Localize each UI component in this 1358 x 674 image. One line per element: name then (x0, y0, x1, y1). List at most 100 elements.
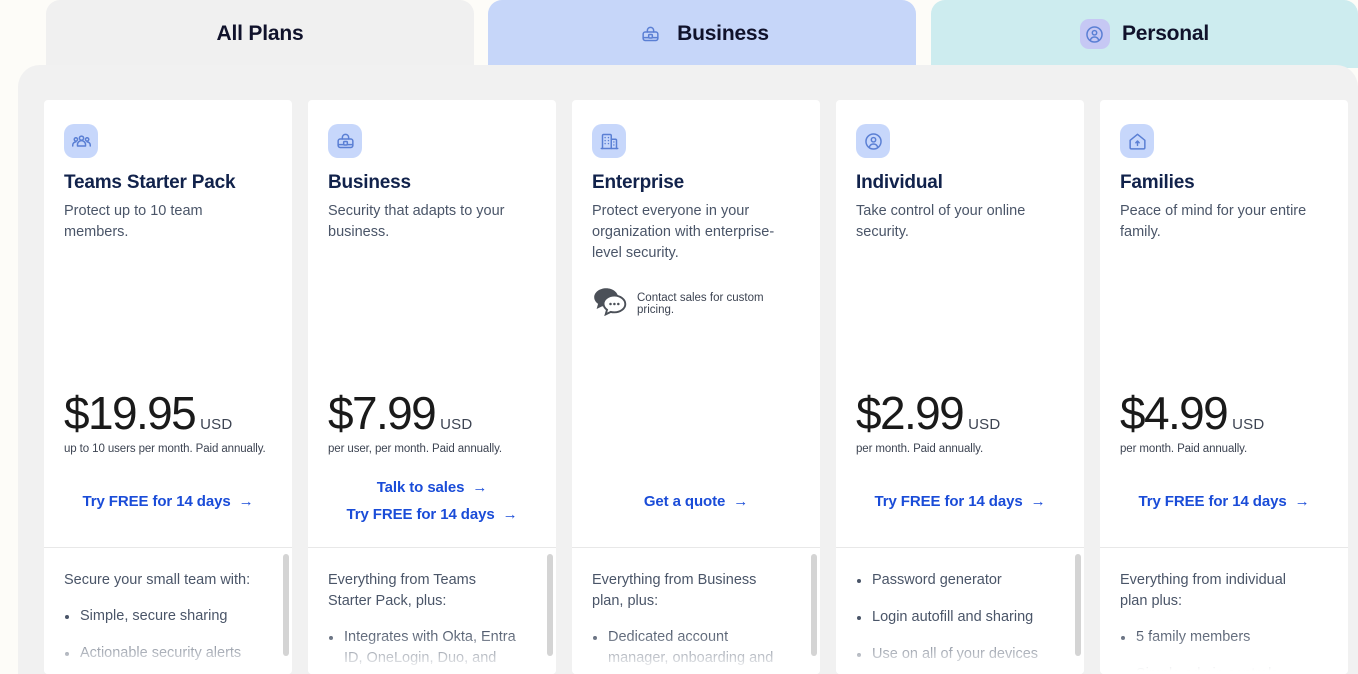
arrow-right-icon: → (1294, 492, 1310, 510)
plan-currency: USD (440, 416, 473, 433)
contact-sales-text: Contact sales for custom pricing. (637, 291, 764, 316)
plan-price: $7.99 (328, 387, 437, 439)
features-list: 5 family members Simple admin controls (1120, 627, 1324, 674)
features-list: Dedicated account manager, onboarding an… (592, 627, 796, 674)
feature-text: Dedicated account manager, onboarding an… (608, 629, 774, 674)
cta-link-families-0[interactable]: Try FREE for 14 days → (1139, 493, 1310, 510)
plan-price: $19.95 (64, 387, 197, 439)
plan-price-note: per user, per month. Paid annually. (328, 443, 503, 455)
plan-name: Enterprise (592, 172, 684, 193)
tab-all-plans[interactable]: All Plans (46, 0, 474, 68)
plan-price-block: $2.99 USD per month. Paid annually. (856, 390, 1064, 455)
plan-price: $4.99 (1120, 387, 1229, 439)
features-intro: Everything from Business plan, plus: (592, 572, 757, 609)
plan-description: Protect everyone in your organization wi… (592, 203, 775, 261)
feature-item: Integrates with Okta, Entra ID, OneLogin… (328, 627, 520, 674)
briefcase-lock-icon (635, 19, 665, 49)
features-scrollbar[interactable] (547, 554, 553, 656)
features-scrollbar[interactable] (1075, 554, 1081, 656)
people-group-icon (64, 124, 98, 158)
plan-name: Teams Starter Pack (64, 172, 236, 193)
plan-card-header: Individual Take control of your online se… (836, 100, 1084, 455)
plan-name: Individual (856, 172, 943, 193)
plan-price-block: $4.99 USD per month. Paid annually. (1120, 390, 1328, 455)
plan-card-families: Families Peace of mind for your entire fa… (1100, 100, 1348, 674)
plan-currency: USD (200, 416, 233, 433)
plan-card-header: Business Security that adapts to your bus… (308, 100, 556, 455)
feature-text: Integrates with Okta, Entra ID, OneLogin… (344, 629, 516, 674)
briefcase-lock-icon (328, 124, 362, 158)
plan-features: Password generator Login autofill and sha… (836, 548, 1084, 674)
cta-link-business-1[interactable]: Try FREE for 14 days → (347, 506, 518, 523)
plan-name: Families (1120, 172, 1195, 193)
cta-link-enterprise-0[interactable]: Get a quote → (644, 493, 748, 510)
tab-personal[interactable]: Personal (931, 0, 1358, 68)
building-icon (592, 124, 626, 158)
feature-text: Password generator (872, 572, 1002, 588)
pricing-page: All Plans Business Personal Teams Starter … (0, 0, 1358, 674)
cta-label: Get a quote (643, 492, 726, 510)
features-scrollbar[interactable] (811, 554, 817, 656)
feature-item: Simple admin controls (1120, 664, 1312, 674)
plan-price-note: per month. Paid annually. (1120, 443, 1248, 455)
cta-label: Try FREE for 14 days (346, 506, 495, 523)
feature-item: Login autofill and sharing (856, 607, 1048, 628)
feature-text: Simple, secure sharing (80, 608, 228, 624)
features-scrollbar[interactable] (283, 554, 289, 656)
plan-features-wrap: Everything from individual plan plus: 5 f… (1100, 547, 1348, 674)
plan-features-wrap: Everything from Business plan, plus: Dedi… (572, 547, 820, 674)
person-circle-icon (1079, 19, 1110, 49)
features-list: Password generator Login autofill and sha… (856, 570, 1060, 674)
feature-item: 5 family members (1120, 627, 1312, 648)
features-list: Simple, secure sharing Actionable securit… (64, 606, 268, 674)
plan-currency: USD (1232, 416, 1265, 433)
plan-features-wrap: Everything from Teams Starter Pack, plus… (308, 547, 556, 674)
features-intro: Everything from individual plan plus: (1120, 572, 1287, 609)
plan-card-header: Families Peace of mind for your entire fa… (1100, 100, 1348, 455)
cta-link-teams-starter-pack-0[interactable]: Try FREE for 14 days → (83, 493, 254, 510)
arrow-right-icon: → (502, 506, 518, 523)
feature-text: Use on all of your devices (872, 646, 1039, 662)
plan-price-block: $7.99 USD per user, per month. Paid annual… (328, 390, 536, 455)
arrow-right-icon: → (733, 492, 749, 510)
feature-text: Simple admin controls (1136, 666, 1279, 674)
speech-bubbles-icon (592, 286, 628, 321)
plan-card-enterprise: Enterprise Protect everyone in your organ… (572, 100, 820, 674)
plan-cta-block: Get a quote → (572, 455, 820, 547)
person-circle-icon (856, 124, 890, 158)
plan-price-block: $19.95 USD up to 10 users per month. Paid … (64, 390, 272, 455)
feature-item: Dedicated account manager, onboarding an… (592, 627, 784, 674)
plan-price-note: per month. Paid annually. (856, 443, 984, 455)
arrow-right-icon: → (238, 492, 254, 510)
plan-price-note: up to 10 users per month. Paid annually. (64, 443, 266, 455)
contact-sales-row: Contact sales for custom pricing. (592, 286, 800, 321)
cta-label: Try FREE for 14 days (874, 492, 1023, 510)
plan-cta-block: Try FREE for 14 days → (1100, 455, 1348, 547)
tab-label-personal: Personal (1121, 22, 1210, 45)
feature-text: 5 family members (1136, 629, 1251, 645)
feature-item: Use on all of your devices (856, 644, 1048, 665)
plan-description: Peace of mind for your entire family. (1120, 203, 1307, 240)
plan-features: Everything from Teams Starter Pack, plus… (308, 548, 556, 674)
tab-business[interactable]: Business (488, 0, 916, 68)
plan-card-header: Enterprise Protect everyone in your organ… (572, 100, 820, 455)
plan-cta-block: Try FREE for 14 days → (836, 455, 1084, 547)
plan-price: $2.99 (856, 387, 965, 439)
plan-cta-block: Talk to sales → Try FREE for 14 days → (308, 455, 556, 547)
tab-label-all-plans: All Plans (216, 22, 304, 45)
plan-features: Secure your small team with: Simple, secu… (44, 548, 292, 674)
plan-description: Security that adapts to your business. (328, 203, 505, 240)
cta-label: Try FREE for 14 days (82, 492, 231, 510)
features-intro: Everything from Teams Starter Pack, plus… (328, 572, 477, 609)
features-intro: Secure your small team with: (64, 572, 251, 588)
plan-category-tabs: All Plans Business Personal (0, 0, 1358, 68)
plan-card-business: Business Security that adapts to your bus… (308, 100, 556, 674)
cta-link-business-0[interactable]: Talk to sales → (377, 479, 488, 496)
arrow-right-icon: → (1030, 492, 1046, 510)
plan-cards-container: Teams Starter Pack Protect up to 10 team … (44, 100, 1358, 674)
feature-text: Login autofill and sharing (872, 609, 1034, 625)
cta-link-individual-0[interactable]: Try FREE for 14 days → (875, 493, 1046, 510)
plan-features: Everything from Business plan, plus: Dedi… (572, 548, 820, 674)
plan-currency: USD (968, 416, 1001, 433)
cta-label: Try FREE for 14 days (1138, 492, 1287, 510)
